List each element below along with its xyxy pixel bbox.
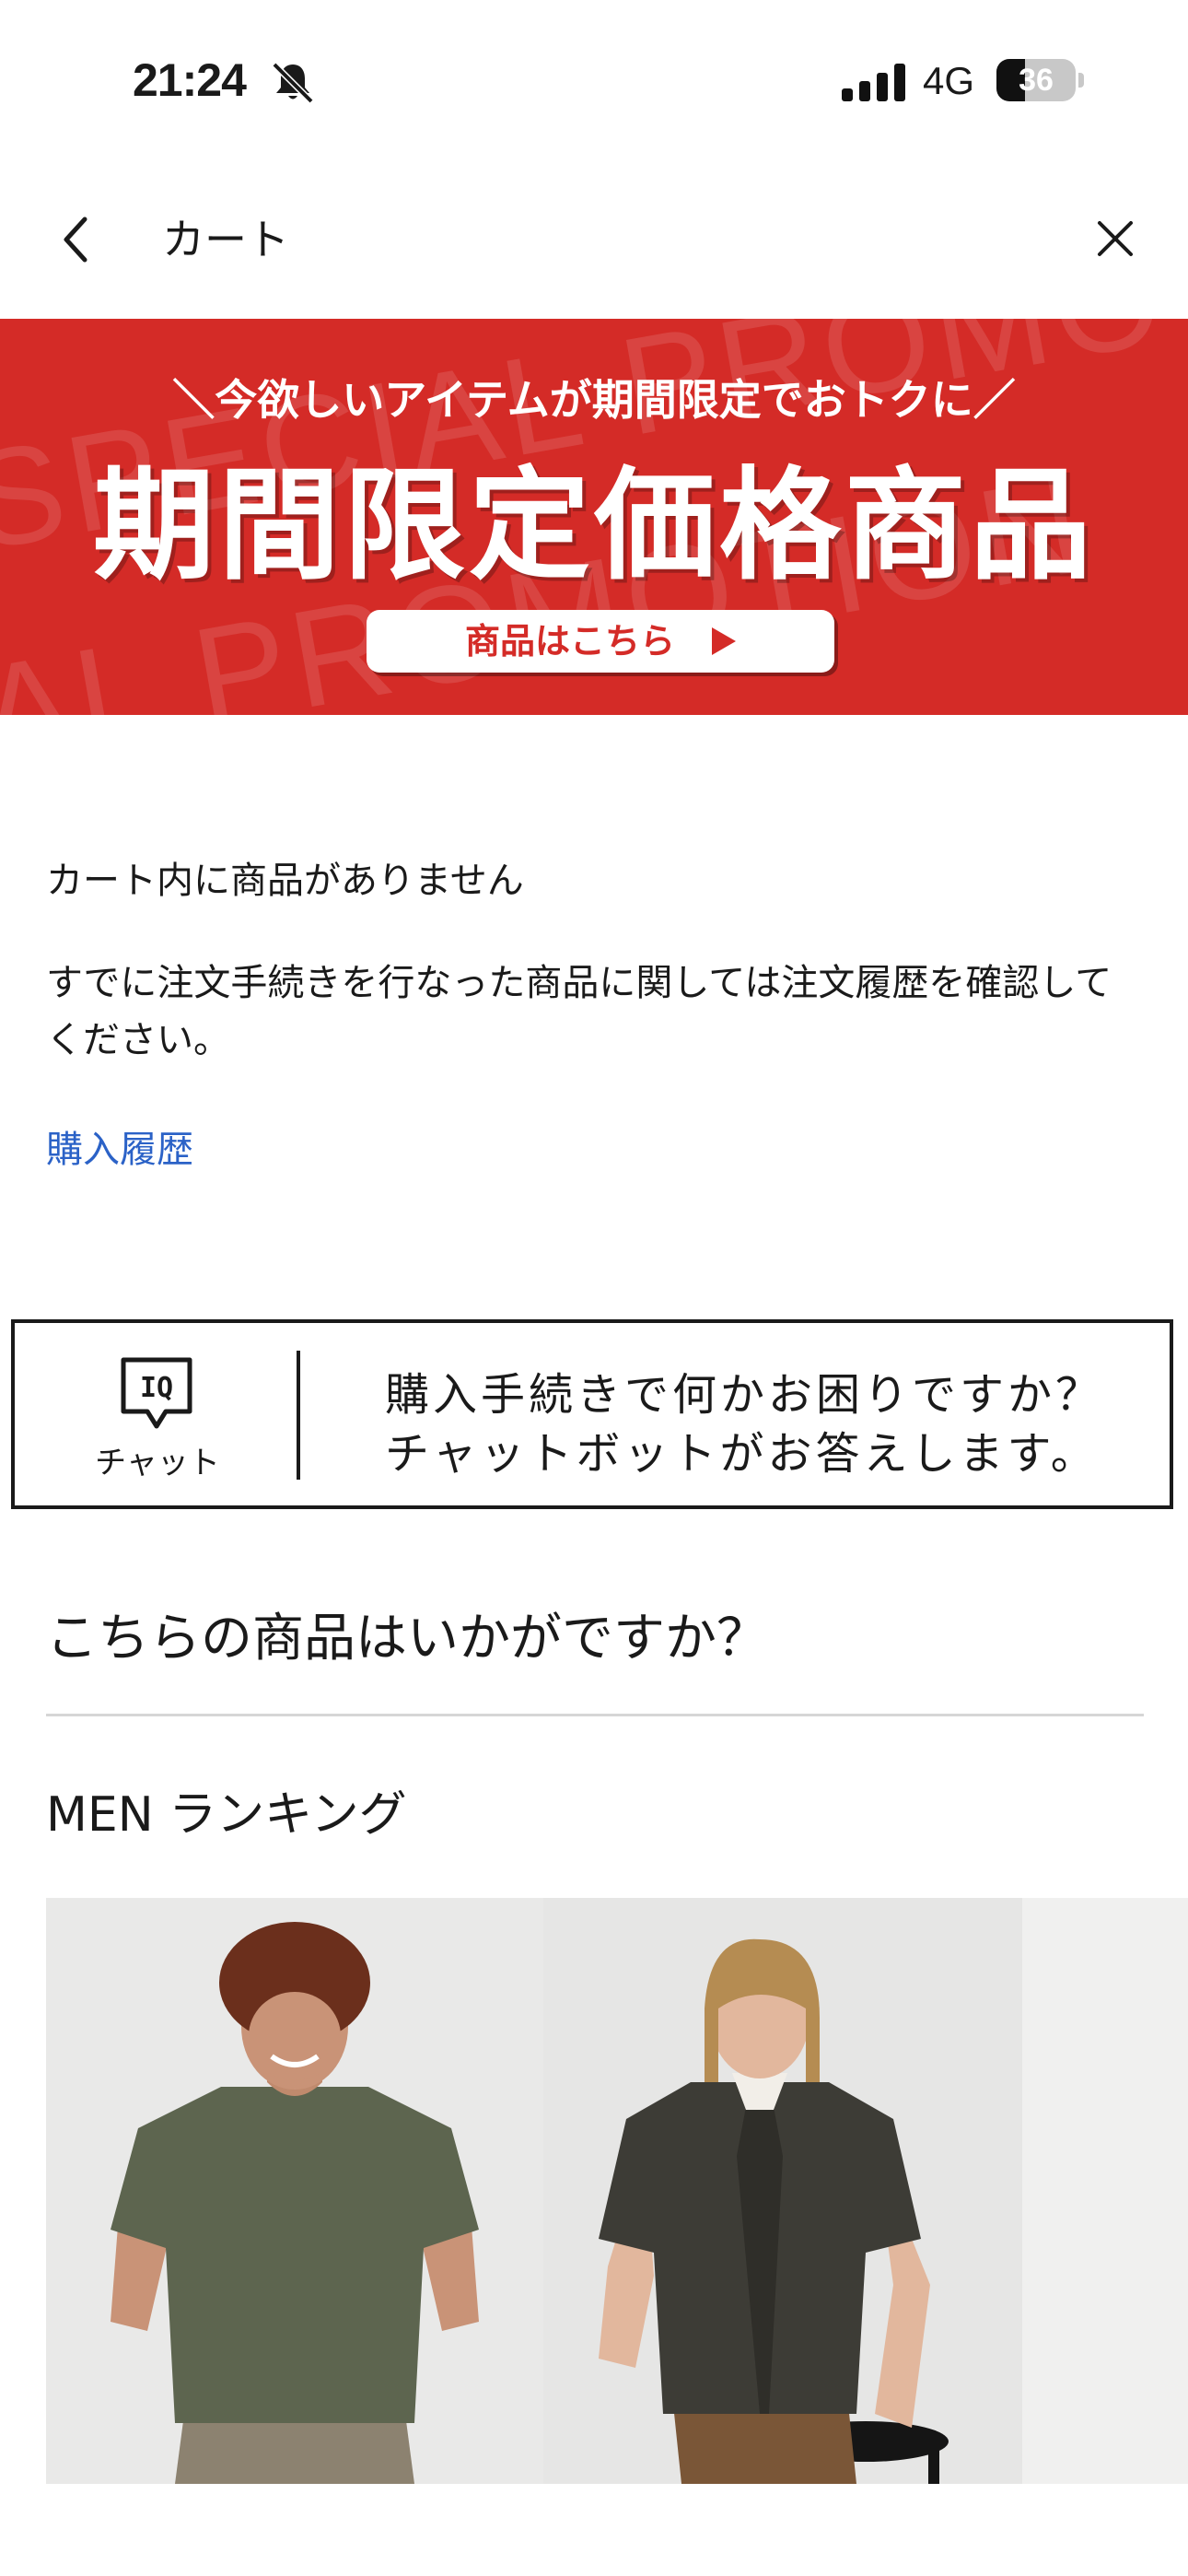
chat-prompt-line1: 購入手続きで何かお困りですか？	[385, 1369, 1104, 1421]
recommend-title: こちらの商品はいかがですか？	[46, 1609, 768, 1669]
banner-title: 期間限定価格商品	[93, 455, 1095, 597]
men-ranking-title: MEN ランキング	[46, 1787, 407, 1843]
signal-icon	[842, 64, 905, 101]
bell-muted-icon	[272, 62, 314, 104]
product-card-image[interactable]	[543, 1898, 1188, 2484]
banner-cta-label: 商品はこちら	[464, 621, 675, 662]
divider	[297, 1351, 300, 1480]
banner-cta-button[interactable]: 商品はこちら	[367, 610, 834, 673]
product-photo-shirt	[543, 1898, 1188, 2484]
battery-icon: 36	[996, 59, 1085, 101]
chatbot-box[interactable]: IQ チャット 購入手続きで何かお困りですか？ チャットボットがお答えします。	[11, 1319, 1173, 1509]
page-title: カート	[162, 215, 289, 264]
empty-cart-message: カート内に商品がありません	[46, 860, 524, 902]
order-history-hint: すでに注文手続きを行なった商品に関しては注文履歴を確認してください。	[46, 962, 1112, 1061]
divider	[46, 1714, 1144, 1716]
chat-label: チャット	[95, 1445, 220, 1481]
play-arrow-icon	[712, 626, 736, 655]
chat-prompt-line2: チャットボットがお答えします。	[385, 1428, 1099, 1480]
promo-banner[interactable]: SPECIAL PROMO AL PROMOTION ＼今欲しいアイテムが期間限…	[0, 319, 1188, 715]
purchase-history-link[interactable]: 購入履歴	[46, 1124, 193, 1176]
status-time: 21:24	[133, 54, 247, 106]
product-card-image[interactable]	[46, 1898, 543, 2484]
back-chevron-icon[interactable]	[53, 212, 99, 267]
chat-bubble-icon: IQ	[121, 1357, 192, 1429]
chat-icon-text: IQ	[140, 1372, 173, 1404]
battery-percent: 36	[1019, 63, 1054, 98]
banner-tagline: ＼今欲しいアイテムが期間限定でおトクに／	[172, 375, 1016, 425]
close-icon[interactable]	[1092, 216, 1138, 262]
product-photo-tshirt	[46, 1898, 543, 2484]
network-type: 4G	[923, 59, 975, 102]
